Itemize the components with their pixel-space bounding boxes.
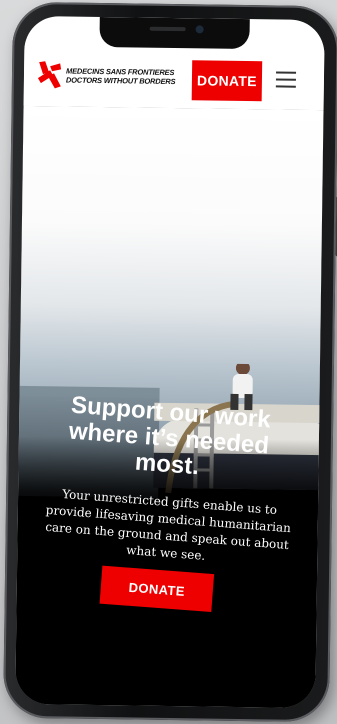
hamburger-menu-icon[interactable]	[275, 71, 297, 88]
msf-logo[interactable]: MEDECINS SANS FRONTIERES DOCTORS WITHOUT…	[36, 60, 176, 92]
front-camera	[195, 25, 204, 34]
site-header: MEDECINS SANS FRONTIERES DOCTORS WITHOUT…	[23, 45, 325, 111]
msf-logo-icon	[37, 61, 62, 89]
phone-frame: MEDECINS SANS FRONTIERES DOCTORS WITHOUT…	[3, 1, 337, 723]
header-donate-button[interactable]: DONATE	[191, 60, 263, 102]
phone-notch	[99, 16, 250, 50]
phone-screen: MEDECINS SANS FRONTIERES DOCTORS WITHOUT…	[15, 15, 325, 709]
logo-text-english: DOCTORS WITHOUT BORDERS	[65, 75, 176, 87]
speaker-grille	[149, 26, 186, 32]
